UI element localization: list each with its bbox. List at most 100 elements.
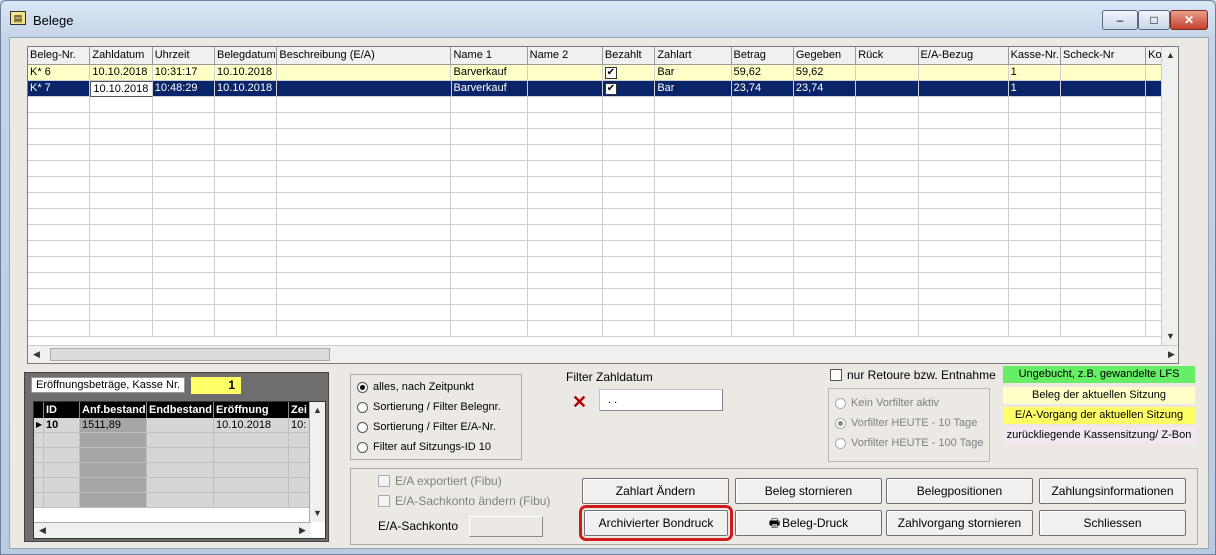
beleg-druck-button[interactable]: 🖶 Beleg-Druck (735, 510, 882, 536)
scroll-up-icon[interactable]: ▲ (1162, 47, 1178, 64)
maximize-button[interactable]: □ (1138, 10, 1170, 30)
scroll-left-icon[interactable]: ◀ (28, 346, 45, 363)
scroll-right-icon[interactable]: ▶ (1163, 346, 1178, 363)
cell-eabezug[interactable] (919, 81, 1009, 97)
cell-name2[interactable] (528, 65, 603, 81)
cell-zahlart[interactable]: Bar (655, 81, 732, 97)
sort-option-sitzung[interactable]: Filter auf Sitzungs-ID 10 (357, 439, 491, 455)
sachkonto-field[interactable] (469, 516, 543, 537)
minimize-button[interactable]: – (1102, 10, 1138, 30)
opening-vscroll[interactable]: ▲ ▼ (309, 402, 325, 522)
opening-row[interactable]: ▶ 10 1511,89 10.10.2018 10: (34, 418, 325, 433)
cell-name1[interactable]: Barverkauf (451, 65, 528, 81)
zahlungsinformationen-button[interactable]: Zahlungsinformationen (1039, 478, 1186, 504)
cell-kor[interactable] (1146, 81, 1162, 97)
scroll-down-icon[interactable]: ▼ (1162, 328, 1178, 345)
cell-zahldatum[interactable]: 10.10.2018 (90, 81, 153, 97)
cell-gegeben[interactable]: 23,74 (794, 81, 857, 97)
bezahlt-cell[interactable]: ✔ (603, 65, 656, 81)
grid-body[interactable]: K* 6 10.10.2018 10:31:17 10.10.2018 Barverka… (28, 65, 1162, 345)
scroll-right-icon[interactable]: ▶ (294, 523, 311, 538)
col-header[interactable]: Kasse-Nr. (1009, 47, 1062, 65)
checkbox-icon[interactable] (378, 475, 390, 487)
cell-kor[interactable] (1146, 65, 1162, 81)
col-header[interactable]: Kor (1146, 47, 1162, 65)
scroll-up-icon[interactable]: ▲ (310, 402, 325, 419)
horizontal-scrollbar[interactable]: ◀ ▶ (28, 345, 1178, 363)
cell-belegdatum[interactable]: 10.10.2018 (215, 65, 278, 81)
checkbox-checked-icon[interactable]: ✔ (604, 67, 617, 79)
radio-selected-icon[interactable] (357, 381, 368, 393)
cell-beleg[interactable]: K* 7 (28, 81, 91, 97)
col-header[interactable]: Uhrzeit (153, 47, 216, 65)
col-header[interactable]: Bezahlt (603, 47, 656, 65)
cell-belegdatum[interactable]: 10.10.2018 (215, 81, 278, 97)
checkbox-checked-icon[interactable]: ✔ (604, 83, 617, 95)
col-header[interactable]: Betrag (732, 47, 794, 65)
cell-name2[interactable] (528, 81, 603, 97)
cell-zahldatum[interactable]: 10.10.2018 (90, 65, 153, 81)
cell-scheck[interactable] (1061, 65, 1147, 81)
vorfilter-none[interactable]: Kein Vorfilter aktiv (835, 395, 939, 411)
belege-grid[interactable]: Beleg-Nr. Zahldatum Uhrzeit Belegdatum Besch… (27, 46, 1179, 364)
scroll-left-icon[interactable]: ◀ (34, 523, 51, 538)
radio-icon[interactable] (357, 401, 368, 413)
scroll-thumb[interactable] (50, 348, 330, 361)
col-header[interactable]: Belegdatum (215, 47, 278, 65)
col-header[interactable]: Beschreibung (E/A) (277, 47, 452, 65)
cell-zahlart[interactable]: Bar (655, 65, 732, 81)
cell-scheck[interactable] (1061, 81, 1147, 97)
radio-selected-icon[interactable] (835, 417, 846, 429)
vertical-scrollbar[interactable]: ▲ ▼ (1161, 47, 1178, 345)
checkbox-icon[interactable] (830, 369, 842, 381)
cell-beschreibung[interactable] (277, 81, 452, 97)
radio-icon[interactable] (835, 437, 846, 449)
exportiert-checkbox[interactable]: E/A exportiert (Fibu) (378, 474, 502, 488)
zahlvorgang-stornieren-button[interactable]: Zahlvorgang stornieren (886, 510, 1033, 536)
opening-grid[interactable]: ID Anf.bestand Endbestand Eröffnung Zei … (33, 401, 326, 539)
cell-beschreibung[interactable] (277, 65, 452, 81)
belegpositionen-button[interactable]: Belegpositionen (886, 478, 1033, 504)
cell-gegeben[interactable]: 59,62 (794, 65, 857, 81)
retoure-checkbox[interactable]: nur Retoure bzw. Entnahme (830, 368, 996, 382)
opening-hscroll[interactable]: ◀ ▶ (34, 522, 311, 538)
col-header[interactable]: Gegeben (794, 47, 857, 65)
checkbox-icon[interactable] (378, 495, 390, 507)
cell-name1[interactable]: Barverkauf (452, 81, 528, 97)
col-header[interactable]: Zahldatum (90, 47, 153, 65)
table-row[interactable]: K* 7 10.10.2018 10:48:29 10.10.2018 Barverka… (28, 81, 1162, 97)
sort-option-zeitpunkt[interactable]: alles, nach Zeitpunkt (357, 379, 474, 395)
title-bar[interactable]: ▤ Belege – □ ✕ (1, 1, 1215, 37)
cell-rueck[interactable] (856, 81, 919, 97)
vorfilter-10[interactable]: Vorfilter HEUTE - 10 Tage (835, 415, 977, 431)
cell-betrag[interactable]: 23,74 (732, 81, 794, 97)
col-header[interactable]: Rück (856, 47, 919, 65)
sort-option-eanr[interactable]: Sortierung / Filter E/A-Nr. (357, 419, 496, 435)
table-row[interactable]: K* 6 10.10.2018 10:31:17 10.10.2018 Barverka… (28, 65, 1162, 81)
cell-uhrzeit[interactable]: 10:48:29 (153, 81, 216, 97)
cell-betrag[interactable]: 59,62 (732, 65, 794, 81)
vorfilter-100[interactable]: Vorfilter HEUTE - 100 Tage (835, 435, 983, 451)
col-header[interactable]: E/A-Bezug (919, 47, 1009, 65)
radio-icon[interactable] (357, 421, 368, 433)
clear-filter-icon[interactable]: ✕ (572, 392, 587, 413)
bezahlt-cell[interactable]: ✔ (603, 81, 656, 97)
col-header[interactable]: Zahlart (655, 47, 732, 65)
cell-kasse[interactable]: 1 (1009, 81, 1062, 97)
scroll-down-icon[interactable]: ▼ (310, 505, 325, 522)
filter-date-input[interactable]: . . (599, 389, 723, 411)
sort-option-belegnr[interactable]: Sortierung / Filter Belegnr. (357, 399, 501, 415)
sachkonto-aendern-checkbox[interactable]: E/A-Sachkonto ändern (Fibu) (378, 494, 550, 508)
cell-beleg[interactable]: K* 6 (28, 65, 91, 81)
beleg-stornieren-button[interactable]: Beleg stornieren (735, 478, 882, 504)
col-header[interactable]: Beleg-Nr. (28, 47, 91, 65)
col-header[interactable]: Scheck-Nr (1061, 47, 1147, 65)
close-button[interactable]: ✕ (1170, 10, 1208, 30)
cell-kasse[interactable]: 1 (1009, 65, 1062, 81)
radio-icon[interactable] (357, 441, 368, 453)
archivierter-bondruck-button[interactable]: Archivierter Bondruck (579, 505, 733, 541)
cell-eabezug[interactable] (919, 65, 1009, 81)
zahlart-aendern-button[interactable]: Zahlart Ändern (582, 478, 729, 504)
cell-rueck[interactable] (856, 65, 919, 81)
schliessen-button[interactable]: Schliessen (1039, 510, 1186, 536)
